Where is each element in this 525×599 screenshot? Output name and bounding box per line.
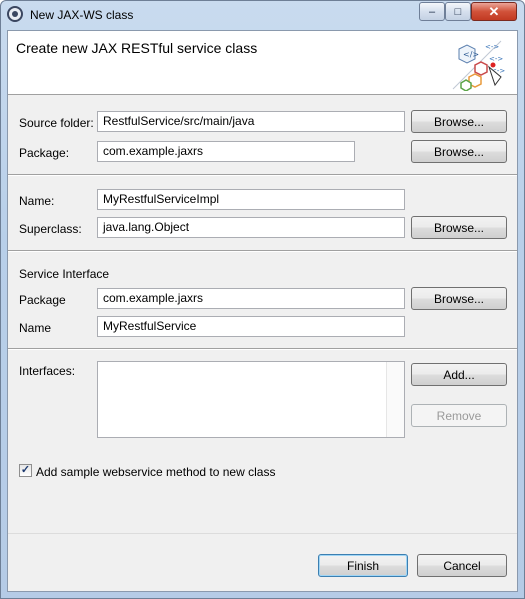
finish-button[interactable]: Finish — [318, 554, 408, 577]
superclass-field[interactable]: java.lang.Object — [97, 217, 405, 238]
source-folder-field[interactable]: RestfulService/src/main/java — [97, 111, 405, 132]
web-service-wizard-icon: </> <-> <-> <-> — [452, 40, 505, 91]
separator — [8, 174, 517, 176]
footer-separator — [8, 533, 517, 534]
cancel-button[interactable]: Cancel — [417, 554, 507, 577]
superclass-browse-button[interactable]: Browse... — [411, 216, 507, 239]
separator — [8, 348, 517, 350]
package-browse-button[interactable]: Browse... — [411, 140, 507, 163]
interface-package-field[interactable]: com.example.jaxrs — [97, 288, 405, 309]
page-title: Create new JAX RESTful service class — [16, 40, 258, 56]
add-interface-button[interactable]: Add... — [411, 363, 507, 386]
package-label: Package: — [19, 146, 70, 160]
interface-name-field[interactable]: MyRestfulService — [97, 316, 405, 337]
service-interface-heading: Service Interface — [19, 267, 110, 281]
source-folder-browse-button[interactable]: Browse... — [411, 110, 507, 133]
minimize-button[interactable]: ‒ — [419, 2, 445, 21]
wizard-banner: Create new JAX RESTful service class </>… — [8, 31, 517, 95]
interface-package-label: Package — [19, 293, 66, 307]
name-field[interactable]: MyRestfulServiceImpl — [97, 189, 405, 210]
close-button[interactable]: ✕ — [471, 2, 517, 21]
package-field[interactable]: com.example.jaxrs — [97, 141, 355, 162]
add-sample-method-label[interactable]: Add sample webservice method to new clas… — [36, 465, 275, 479]
name-label: Name: — [19, 194, 55, 208]
eclipse-icon — [7, 6, 23, 22]
title-bar[interactable]: New JAX-WS class ‒ □ ✕ — [1, 1, 524, 29]
svg-text:<->: <-> — [489, 55, 503, 63]
dialog-content: Create new JAX RESTful service class </>… — [7, 30, 518, 592]
svg-text:<->: <-> — [485, 43, 499, 51]
interface-name-label: Name — [19, 321, 52, 335]
superclass-label: Superclass: — [19, 222, 82, 236]
maximize-button[interactable]: □ — [445, 2, 471, 21]
svg-text:</>: </> — [463, 50, 479, 59]
window-title: New JAX-WS class — [30, 8, 134, 22]
interfaces-list-scrollbar[interactable] — [386, 362, 404, 437]
source-folder-label: Source folder: — [19, 116, 94, 130]
separator — [8, 250, 517, 252]
interfaces-list[interactable] — [97, 361, 405, 438]
interfaces-label: Interfaces: — [19, 364, 76, 378]
remove-interface-button: Remove — [411, 404, 507, 427]
interface-package-browse-button[interactable]: Browse... — [411, 287, 507, 310]
dialog-window: New JAX-WS class ‒ □ ✕ Create new JAX RE… — [0, 0, 525, 599]
add-sample-method-checkbox[interactable]: ✓ — [19, 464, 32, 477]
